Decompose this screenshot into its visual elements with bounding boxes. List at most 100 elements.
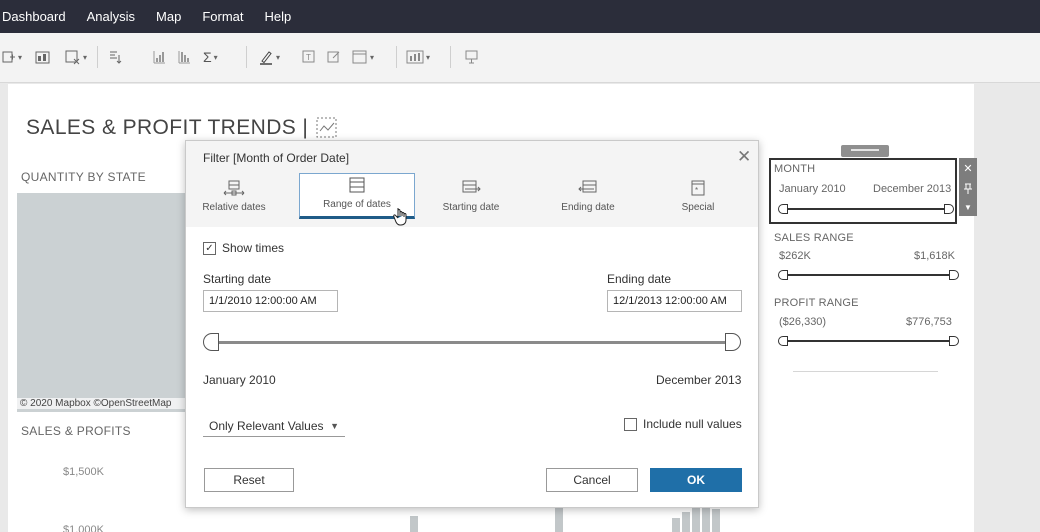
chart-bar <box>555 508 563 532</box>
toolbar-divider <box>450 46 451 68</box>
cancel-button[interactable]: Cancel <box>546 468 638 492</box>
month-filter-start: January 2010 <box>779 183 846 195</box>
y-axis-tick: $1,500K <box>63 466 104 478</box>
month-filter-end: December 2013 <box>873 183 952 195</box>
include-null-label: Include null values <box>643 417 742 431</box>
fit-icon[interactable]: ▾ <box>352 47 374 67</box>
chart-bar <box>672 518 680 532</box>
menu-format[interactable]: Format <box>202 9 243 24</box>
filter-dialog: Filter [Month of Order Date] ✕ Relative … <box>185 140 759 508</box>
range-end-label: December 2013 <box>656 373 742 387</box>
profit-range-max: $776,753 <box>906 316 952 328</box>
profit-range-min: ($26,330) <box>779 316 827 328</box>
month-range-slider[interactable] <box>778 204 954 214</box>
menu-help[interactable]: Help <box>265 9 292 24</box>
starting-date-icon <box>462 180 481 193</box>
slider-start-handle[interactable] <box>778 204 788 214</box>
filter-card-tools: ✕ ▼ <box>959 158 977 216</box>
chevron-down-icon: ▼ <box>330 420 339 431</box>
toolbar-divider <box>396 46 397 68</box>
clear-sheet-icon[interactable]: ▾ <box>65 47 87 67</box>
swap-icon[interactable] <box>107 47 123 67</box>
tab-special[interactable]: * Special <box>670 173 726 219</box>
menu-dashboard[interactable]: Dashboard <box>2 9 66 24</box>
filter-card-move-handle[interactable] <box>841 145 889 157</box>
slider-track <box>784 340 953 342</box>
presentation-icon[interactable] <box>465 47 479 67</box>
month-filter-label: MONTH <box>774 163 816 175</box>
divider <box>793 371 938 372</box>
profit-range-label: PROFIT RANGE <box>774 297 859 309</box>
show-me-icon[interactable]: ▾ <box>406 47 430 67</box>
sales-range-min: $262K <box>779 250 811 262</box>
relative-dates-icon <box>223 180 245 196</box>
chart-bar <box>712 509 720 532</box>
slider-track <box>784 208 948 210</box>
dashboard-title-text: SALES & PROFIT TRENDS | <box>26 116 309 139</box>
chart-bar <box>692 508 700 532</box>
slider-start-handle[interactable] <box>203 333 219 351</box>
chevron-down-icon[interactable]: ▼ <box>964 203 972 212</box>
map-view[interactable] <box>17 193 192 412</box>
new-dashboard-icon[interactable] <box>35 47 51 67</box>
show-times-checkbox[interactable]: ✓ <box>203 242 216 255</box>
special-icon: * <box>691 180 705 196</box>
show-times-label: Show times <box>222 241 285 255</box>
pin-icon[interactable] <box>963 183 973 195</box>
toolbar-divider <box>97 46 98 68</box>
map-credit: © 2020 Mapbox ©OpenStreetMap <box>17 398 192 409</box>
menu-map[interactable]: Map <box>156 9 181 24</box>
map-section-title: QUANTITY BY STATE <box>21 170 146 184</box>
ok-button[interactable]: OK <box>650 468 742 492</box>
slider-start-handle[interactable] <box>778 270 788 280</box>
text-label-icon[interactable]: T <box>302 47 316 67</box>
slider-end-handle[interactable] <box>725 333 741 351</box>
include-null-checkbox[interactable] <box>624 418 637 431</box>
dialog-title: Filter [Month of Order Date] <box>203 151 350 165</box>
slider-track <box>784 274 953 276</box>
y-axis-tick: $1,000K <box>63 524 104 532</box>
sort-descending-icon[interactable] <box>177 47 191 67</box>
menu-analysis[interactable]: Analysis <box>87 9 135 24</box>
tab-label: Starting date <box>442 202 500 213</box>
sales-range-max: $1,618K <box>914 250 955 262</box>
sales-range-label: SALES RANGE <box>774 232 854 244</box>
tab-label: Ending date <box>561 202 615 213</box>
tab-relative-dates[interactable]: Relative dates <box>193 173 275 219</box>
reset-button[interactable]: Reset <box>204 468 294 492</box>
date-range-slider[interactable] <box>203 333 741 351</box>
slider-end-handle[interactable] <box>944 204 954 214</box>
tab-label: Range of dates <box>323 199 391 210</box>
chart-bar <box>410 516 418 532</box>
ending-date-field[interactable]: 12/1/2013 12:00:00 AM <box>607 290 742 312</box>
toolbar: ▾ ▾ Σ ▾ ▾ T ▾ ▾ <box>0 33 1040 83</box>
slider-start-handle[interactable] <box>778 336 788 346</box>
starting-date-field[interactable]: 1/1/2010 12:00:00 AM <box>203 290 338 312</box>
slider-track <box>219 341 725 344</box>
values-dropdown-value: Only Relevant Values <box>209 418 324 433</box>
slider-end-handle[interactable] <box>949 336 959 346</box>
slider-end-handle[interactable] <box>949 270 959 280</box>
sales-range-slider[interactable] <box>778 270 959 280</box>
tab-label: Special <box>681 202 715 213</box>
sort-ascending-icon[interactable] <box>152 47 166 67</box>
profit-range-slider[interactable] <box>778 336 959 346</box>
close-icon[interactable]: ✕ <box>737 148 751 165</box>
starting-date-label: Starting date <box>203 272 272 286</box>
tab-ending-date[interactable]: Ending date <box>555 173 621 219</box>
new-worksheet-icon[interactable]: ▾ <box>2 47 22 67</box>
tab-starting-date[interactable]: Starting date <box>436 173 506 219</box>
chart-bar <box>702 506 710 532</box>
totals-icon[interactable]: Σ ▾ <box>203 47 218 67</box>
hand-cursor-icon <box>393 208 407 226</box>
toolbar-divider <box>246 46 247 68</box>
menu-bar: Dashboard Analysis Map Format Help <box>0 0 1040 33</box>
close-icon[interactable]: ✕ <box>963 162 972 175</box>
values-dropdown[interactable]: Only Relevant Values ▼ <box>203 415 345 437</box>
range-start-label: January 2010 <box>203 373 276 387</box>
annotate-icon[interactable] <box>327 47 341 67</box>
highlight-icon[interactable]: ▾ <box>258 47 280 67</box>
chart-image-icon <box>316 117 337 138</box>
ending-date-label: Ending date <box>607 272 672 286</box>
ending-date-icon <box>578 180 597 193</box>
